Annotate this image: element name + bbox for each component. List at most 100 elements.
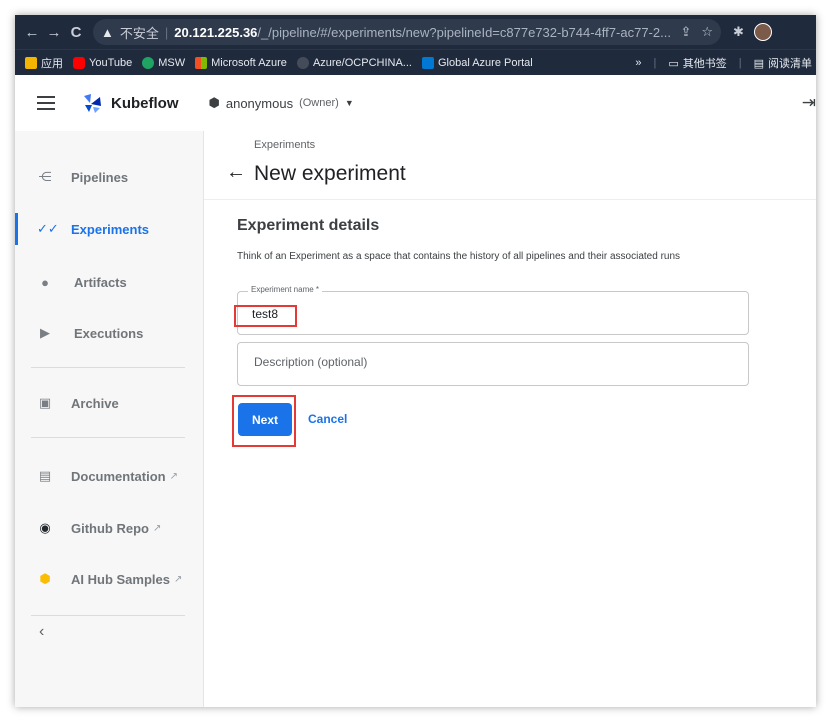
bookmark-label: Microsoft Azure: [211, 57, 287, 69]
bookmarks-separator: |: [653, 57, 657, 69]
bookmark-youtube[interactable]: YouTube: [73, 57, 132, 69]
section-title: Experiment details: [237, 217, 380, 234]
sidebar-item-label: AI Hub Samples: [71, 571, 170, 587]
kubeflow-logo[interactable]: Kubeflow: [81, 92, 179, 114]
browser-window: ← → C ▲ 不安全 | 20.121.225.36/_/pipeline/#…: [15, 15, 816, 707]
bookmarks-bar: 应用 YouTube MSW Microsoft Azure Azure/OCP…: [15, 49, 816, 76]
sidebar-divider: [31, 615, 185, 616]
bookmark-label: 应用: [41, 58, 63, 70]
microsoft-logo-icon: [195, 57, 208, 69]
sidebar-divider: [31, 437, 185, 438]
archive-icon: ▣: [38, 395, 52, 410]
external-link-icon: ↗: [173, 573, 183, 585]
more-bookmarks-button[interactable]: »: [635, 57, 641, 69]
breadcrumb[interactable]: Experiments: [254, 139, 315, 151]
collapse-sidebar-icon[interactable]: ‹: [39, 623, 44, 641]
experiment-name-label: Experiment name *: [248, 285, 323, 294]
page-header: Experiments ← New experiment: [204, 131, 816, 200]
bookmark-label: YouTube: [89, 57, 133, 69]
bookmark-azure-ocpchina[interactable]: Azure/OCPCHINA...: [296, 57, 412, 69]
document-icon: ▤: [38, 468, 52, 483]
sidebar-item-github-repo[interactable]: ◉ Github Repo ↗: [15, 508, 203, 548]
sidebar-item-label: Pipelines: [71, 169, 129, 185]
sidebar-item-label: Archive: [71, 395, 119, 411]
experiments-icon: ✓✓: [37, 221, 59, 236]
back-arrow-icon[interactable]: ←: [226, 161, 246, 184]
bookmark-global-azure-portal[interactable]: Global Azure Portal: [421, 57, 533, 69]
bookmark-microsoft-azure[interactable]: Microsoft Azure: [195, 57, 287, 69]
bookmarks-separator: |: [738, 57, 742, 69]
sidebar-item-label: Github Repo: [71, 520, 149, 536]
page-title: New experiment: [254, 162, 406, 185]
sidebar-item-ai-hub-samples[interactable]: ⬢ AI Hub Samples ↗: [15, 559, 203, 599]
app-header: Kubeflow ⬢ anonymous (Owner) ▼ ⇥: [15, 75, 816, 132]
namespace-name: anonymous: [225, 95, 294, 111]
msw-icon: [142, 57, 155, 69]
artifacts-icon: ●: [41, 274, 49, 290]
sidebar-item-pipelines[interactable]: ⋲ Pipelines: [15, 157, 203, 197]
browser-toolbar: ← → C ▲ 不安全 | 20.121.225.36/_/pipeline/#…: [15, 15, 816, 49]
url-host: 20.121.225.36: [174, 24, 258, 40]
bookmark-label: Azure/OCPCHINA...: [312, 57, 412, 69]
namespace-role: (Owner): [299, 97, 339, 109]
address-bar[interactable]: ▲ 不安全 | 20.121.225.36/_/pipeline/#/exper…: [93, 19, 721, 45]
logout-icon[interactable]: ⇥: [802, 93, 816, 113]
folder-icon: ▭: [668, 57, 679, 70]
sidebar-item-documentation[interactable]: ▤ Documentation ↗: [15, 456, 203, 496]
description-placeholder: Description (optional): [254, 355, 368, 369]
other-bookmarks-folder[interactable]: ▭ 其他书签: [668, 55, 726, 71]
url-path: /_/pipeline/#/experiments/new?pipelineId…: [257, 24, 671, 40]
caret-down-icon: ▼: [344, 98, 354, 108]
bookmark-msw[interactable]: MSW: [142, 57, 185, 69]
github-icon: [296, 57, 309, 69]
external-link-icon: ↗: [153, 522, 162, 534]
bookmark-label: 其他书签: [682, 58, 727, 70]
insecure-label: 不安全: [119, 25, 159, 41]
extensions-icon[interactable]: ✱: [733, 24, 744, 40]
bookmark-label: MSW: [158, 57, 186, 69]
sidebar-item-archive[interactable]: ▣ Archive: [15, 383, 203, 423]
sidebar-item-label: Experiments: [71, 221, 150, 237]
highlight-box: [234, 305, 297, 327]
youtube-icon: [73, 57, 85, 69]
reading-list[interactable]: ▤ 阅读清单: [754, 55, 812, 71]
github-icon: ◉: [39, 520, 51, 535]
sidebar-item-label: Artifacts: [74, 274, 127, 290]
bookmark-label: 阅读清单: [768, 58, 812, 70]
apps-grid-icon: [25, 57, 37, 69]
cancel-button[interactable]: Cancel: [308, 412, 347, 426]
play-icon: ▶: [40, 325, 50, 340]
share-icon[interactable]: ⇪: [680, 24, 691, 40]
ai-hub-icon: ⬢: [39, 571, 51, 586]
kubeflow-logo-icon: [84, 94, 101, 113]
warning-icon: ▲: [101, 24, 114, 40]
description-field[interactable]: Description (optional): [237, 342, 749, 386]
sidebar-item-executions[interactable]: ▶ Executions: [15, 313, 203, 353]
bookmark-apps[interactable]: 应用: [25, 55, 63, 71]
forward-icon[interactable]: →: [43, 24, 65, 41]
sidebar-item-artifacts[interactable]: ● Artifacts: [15, 262, 203, 302]
pipelines-icon: ⋲: [38, 169, 52, 184]
highlight-box: [232, 395, 296, 447]
back-icon[interactable]: ←: [21, 24, 43, 41]
profile-avatar[interactable]: [753, 23, 772, 41]
menu-icon[interactable]: [37, 92, 55, 114]
cube-icon: ⬢: [208, 95, 220, 110]
sidebar-divider: [31, 367, 185, 368]
main-content: Experiments ← New experiment Experiment …: [204, 131, 816, 707]
external-link-icon: ↗: [169, 470, 179, 482]
sidebar-item-label: Executions: [74, 325, 144, 341]
bookmark-label: Global Azure Portal: [437, 57, 533, 69]
section-description: Think of an Experiment as a space that c…: [237, 251, 681, 262]
sidebar-item-label: Documentation: [71, 468, 166, 484]
sidebar: ⋲ Pipelines ✓✓ Experiments ● Artifacts ▶…: [15, 131, 204, 707]
reload-icon[interactable]: C: [65, 24, 87, 41]
star-icon[interactable]: ☆: [701, 24, 713, 40]
sidebar-item-experiments[interactable]: ✓✓ Experiments: [15, 209, 203, 249]
brand-name: Kubeflow: [111, 94, 179, 112]
experiment-name-field[interactable]: Experiment name * test8: [237, 285, 749, 335]
namespace-selector[interactable]: ⬢ anonymous (Owner) ▼: [209, 95, 354, 111]
reading-list-icon: ▤: [753, 57, 764, 70]
azure-icon: [421, 57, 434, 69]
separator: |: [164, 24, 169, 40]
